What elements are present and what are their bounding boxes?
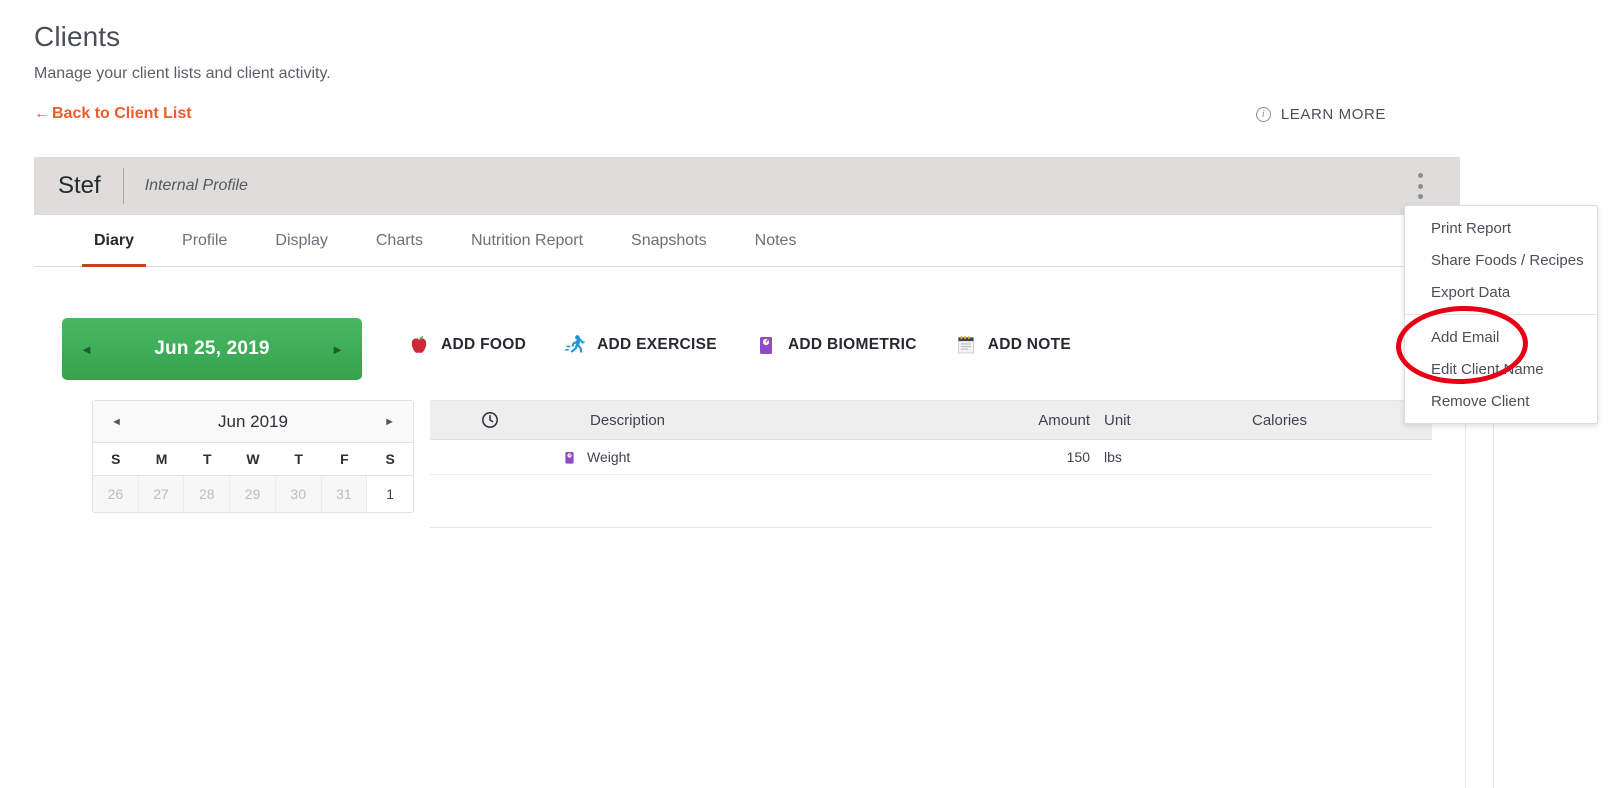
- menu-item-remove-client[interactable]: Remove Client: [1405, 385, 1597, 417]
- calendar-day[interactable]: 30: [275, 476, 322, 512]
- page-title: Clients: [34, 21, 121, 52]
- current-date-label: Jun 25, 2019: [154, 338, 270, 359]
- info-icon: i: [1255, 107, 1271, 122]
- learn-more-link[interactable]: i LEARN MORE: [1255, 106, 1386, 123]
- add-biometric-button[interactable]: ADD BIOMETRIC: [755, 333, 917, 357]
- add-food-button[interactable]: ADD FOOD: [408, 333, 526, 357]
- mini-calendar: ◄ Jun 2019 ► S M T W T F S 26 27 28 29 3…: [92, 400, 414, 513]
- calendar-day[interactable]: 29: [230, 476, 276, 512]
- page-header: Clients Manage your client lists and cli…: [34, 20, 1594, 131]
- menu-item-add-email[interactable]: Add Email: [1405, 321, 1597, 353]
- client-profile-type: Internal Profile: [144, 177, 248, 194]
- tab-snapshots[interactable]: Snapshots: [607, 215, 731, 266]
- add-food-label: ADD FOOD: [441, 336, 527, 353]
- add-biometric-label: ADD BIOMETRIC: [787, 336, 917, 353]
- date-navigator[interactable]: ◄ Jun 25, 2019 ►: [62, 318, 362, 380]
- add-note-label: ADD NOTE: [987, 336, 1072, 353]
- diary-table-header: Description Amount Unit Calories: [430, 401, 1432, 440]
- table-row[interactable]: Weight 150 lbs: [430, 440, 1432, 475]
- kebab-dot: [1417, 194, 1423, 199]
- scale-icon: [565, 451, 574, 464]
- dow-wednesday: W: [246, 451, 260, 467]
- apple-icon: [411, 336, 427, 353]
- row-unit-cell: lbs: [1104, 449, 1122, 465]
- menu-item-edit-client-name[interactable]: Edit Client Name: [1405, 353, 1597, 385]
- dow-saturday: S: [385, 451, 395, 467]
- row-description-cell: Weight: [550, 449, 970, 466]
- left-arrow-icon: ←: [34, 105, 50, 122]
- scale-icon: [759, 337, 772, 354]
- kebab-menu-icon[interactable]: [1410, 173, 1430, 199]
- kebab-dropdown-menu: Print Report Share Foods / Recipes Expor…: [1404, 205, 1598, 424]
- clock-icon: [482, 412, 498, 428]
- table-right-rail: [1465, 400, 1466, 788]
- add-exercise-button[interactable]: ADD EXERCISE: [564, 333, 717, 357]
- runner-icon: [565, 335, 585, 353]
- column-header-amount: Amount: [1038, 411, 1090, 429]
- column-header-unit: Unit: [1104, 411, 1131, 429]
- calendar-day[interactable]: 31: [321, 476, 368, 512]
- tab-label: Notes: [754, 231, 797, 249]
- calendar-day[interactable]: 27: [138, 476, 185, 512]
- back-link-label: Back to Client List: [52, 105, 192, 122]
- calendar-day[interactable]: 1: [367, 476, 413, 512]
- menu-item-export-data[interactable]: Export Data: [1405, 276, 1597, 308]
- dow-thursday: T: [294, 451, 303, 467]
- previous-day-icon[interactable]: ◄: [80, 343, 93, 356]
- tab-diary[interactable]: Diary: [70, 215, 158, 267]
- kebab-dot: [1417, 183, 1423, 189]
- back-to-client-list-link[interactable]: ← Back to Client List: [34, 105, 192, 123]
- calendar-prev-month-icon[interactable]: ◄: [111, 416, 122, 428]
- diary-table: Description Amount Unit Calories Weight …: [430, 400, 1432, 528]
- row-amount-cell: 150: [1066, 449, 1090, 465]
- add-exercise-label: ADD EXERCISE: [597, 336, 717, 353]
- notepad-icon: [957, 336, 974, 354]
- header-links-row: ← Back to Client List i LEARN MORE: [34, 105, 1594, 131]
- kebab-dot: [1417, 173, 1423, 178]
- tab-label: Charts: [375, 231, 423, 249]
- tab-notes[interactable]: Notes: [731, 215, 821, 266]
- calendar-header: ◄ Jun 2019 ►: [93, 401, 413, 443]
- tab-bar: Diary Profile Display Charts Nutrition R…: [34, 215, 1460, 267]
- tab-label: Snapshots: [631, 231, 707, 249]
- calendar-day[interactable]: 26: [93, 476, 139, 512]
- tab-label: Nutrition Report: [470, 231, 584, 249]
- tab-charts[interactable]: Charts: [352, 215, 447, 266]
- calendar-month-label: Jun 2019: [218, 411, 288, 431]
- client-panel: Stef Internal Profile Diary Profile Disp…: [34, 157, 1494, 788]
- tab-label: Display: [275, 231, 328, 249]
- learn-more-label: LEARN MORE: [1280, 106, 1386, 123]
- tab-display[interactable]: Display: [251, 215, 351, 266]
- dow-friday: F: [340, 451, 349, 467]
- calendar-day-of-week-row: S M T W T F S: [93, 443, 413, 476]
- tab-nutrition-report[interactable]: Nutrition Report: [447, 215, 607, 266]
- client-name: Stef: [58, 172, 101, 199]
- dow-sunday: S: [111, 451, 121, 467]
- dow-tuesday: T: [203, 451, 212, 467]
- client-header-bar: Stef Internal Profile: [34, 157, 1460, 215]
- dow-monday: M: [155, 451, 168, 467]
- quick-actions-row: ADD FOOD ADD EXERCISE ADD BIOMETRIC ADD …: [408, 333, 1109, 357]
- page-subtitle: Manage your client lists and client acti…: [34, 65, 331, 82]
- tab-profile[interactable]: Profile: [158, 215, 251, 266]
- next-day-icon[interactable]: ►: [331, 343, 344, 356]
- calendar-week-row: 26 27 28 29 30 31 1: [93, 476, 413, 512]
- row-description-label: Weight: [587, 449, 631, 465]
- column-header-calories: Calories: [1252, 411, 1308, 429]
- calendar-next-month-icon[interactable]: ►: [384, 416, 395, 428]
- add-note-button[interactable]: ADD NOTE: [955, 333, 1071, 357]
- column-header-time: [430, 411, 550, 429]
- table-empty-row: [430, 475, 1432, 527]
- menu-separator: [1405, 314, 1597, 315]
- tab-label: Profile: [182, 231, 228, 249]
- calendar-day[interactable]: 28: [184, 476, 231, 512]
- sidebar-rail: [1493, 400, 1494, 788]
- menu-item-share-foods-recipes[interactable]: Share Foods / Recipes: [1405, 244, 1597, 276]
- tab-label: Diary: [94, 231, 135, 249]
- column-header-description: Description: [590, 411, 666, 429]
- menu-item-print-report[interactable]: Print Report: [1405, 212, 1597, 244]
